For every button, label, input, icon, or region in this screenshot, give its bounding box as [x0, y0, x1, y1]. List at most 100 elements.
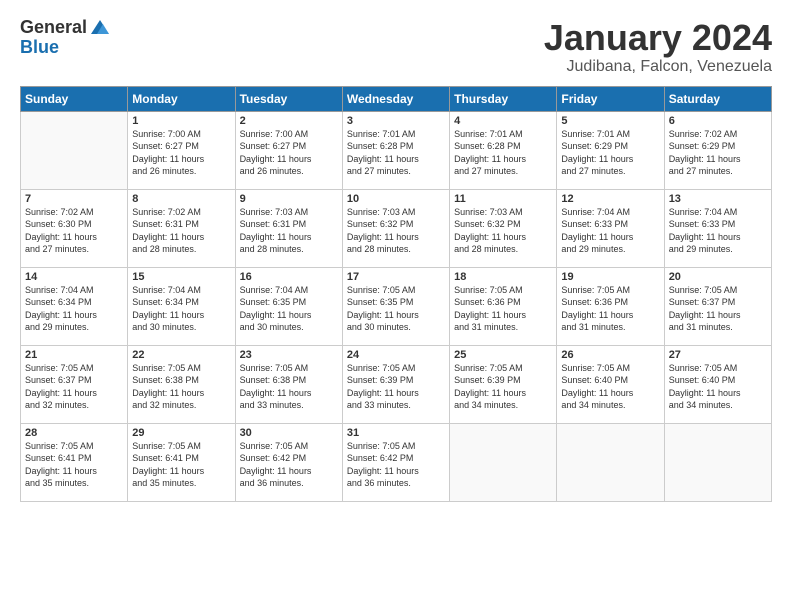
day-cell: 9Sunrise: 7:03 AM Sunset: 6:31 PM Daylig…: [235, 189, 342, 267]
day-info: Sunrise: 7:05 AM Sunset: 6:42 PM Dayligh…: [240, 440, 338, 490]
day-info: Sunrise: 7:04 AM Sunset: 6:33 PM Dayligh…: [561, 206, 659, 256]
day-number: 7: [25, 193, 123, 205]
header-cell: Tuesday: [235, 86, 342, 111]
day-cell: 3Sunrise: 7:01 AM Sunset: 6:28 PM Daylig…: [342, 111, 449, 189]
day-cell: 2Sunrise: 7:00 AM Sunset: 6:27 PM Daylig…: [235, 111, 342, 189]
day-info: Sunrise: 7:05 AM Sunset: 6:42 PM Dayligh…: [347, 440, 445, 490]
day-cell: 13Sunrise: 7:04 AM Sunset: 6:33 PM Dayli…: [664, 189, 771, 267]
week-row: 7Sunrise: 7:02 AM Sunset: 6:30 PM Daylig…: [21, 189, 772, 267]
day-info: Sunrise: 7:00 AM Sunset: 6:27 PM Dayligh…: [132, 128, 230, 178]
day-cell: 26Sunrise: 7:05 AM Sunset: 6:40 PM Dayli…: [557, 345, 664, 423]
day-number: 30: [240, 427, 338, 439]
week-row: 1Sunrise: 7:00 AM Sunset: 6:27 PM Daylig…: [21, 111, 772, 189]
calendar: SundayMondayTuesdayWednesdayThursdayFrid…: [20, 86, 772, 502]
day-number: 24: [347, 349, 445, 361]
day-number: 6: [669, 115, 767, 127]
day-cell: 6Sunrise: 7:02 AM Sunset: 6:29 PM Daylig…: [664, 111, 771, 189]
day-number: 3: [347, 115, 445, 127]
logo-general: General: [20, 18, 87, 38]
day-info: Sunrise: 7:05 AM Sunset: 6:36 PM Dayligh…: [561, 284, 659, 334]
day-number: 25: [454, 349, 552, 361]
day-cell: 17Sunrise: 7:05 AM Sunset: 6:35 PM Dayli…: [342, 267, 449, 345]
day-info: Sunrise: 7:04 AM Sunset: 6:33 PM Dayligh…: [669, 206, 767, 256]
day-info: Sunrise: 7:03 AM Sunset: 6:32 PM Dayligh…: [454, 206, 552, 256]
day-cell: 4Sunrise: 7:01 AM Sunset: 6:28 PM Daylig…: [450, 111, 557, 189]
header-cell: Friday: [557, 86, 664, 111]
calendar-header: SundayMondayTuesdayWednesdayThursdayFrid…: [21, 86, 772, 111]
day-cell: 16Sunrise: 7:04 AM Sunset: 6:35 PM Dayli…: [235, 267, 342, 345]
day-cell: 22Sunrise: 7:05 AM Sunset: 6:38 PM Dayli…: [128, 345, 235, 423]
header-cell: Saturday: [664, 86, 771, 111]
header-cell: Sunday: [21, 86, 128, 111]
day-number: 11: [454, 193, 552, 205]
day-number: 28: [25, 427, 123, 439]
day-number: 12: [561, 193, 659, 205]
day-cell: 8Sunrise: 7:02 AM Sunset: 6:31 PM Daylig…: [128, 189, 235, 267]
day-cell: 30Sunrise: 7:05 AM Sunset: 6:42 PM Dayli…: [235, 423, 342, 501]
logo: General Blue: [20, 18, 111, 58]
day-number: 16: [240, 271, 338, 283]
day-cell: 27Sunrise: 7:05 AM Sunset: 6:40 PM Dayli…: [664, 345, 771, 423]
day-cell: 7Sunrise: 7:02 AM Sunset: 6:30 PM Daylig…: [21, 189, 128, 267]
day-number: 21: [25, 349, 123, 361]
day-number: 2: [240, 115, 338, 127]
day-info: Sunrise: 7:05 AM Sunset: 6:39 PM Dayligh…: [454, 362, 552, 412]
day-info: Sunrise: 7:05 AM Sunset: 6:40 PM Dayligh…: [669, 362, 767, 412]
main-title: January 2024: [544, 18, 772, 58]
day-info: Sunrise: 7:05 AM Sunset: 6:41 PM Dayligh…: [25, 440, 123, 490]
day-cell: [450, 423, 557, 501]
day-info: Sunrise: 7:05 AM Sunset: 6:37 PM Dayligh…: [25, 362, 123, 412]
day-number: 10: [347, 193, 445, 205]
day-cell: 12Sunrise: 7:04 AM Sunset: 6:33 PM Dayli…: [557, 189, 664, 267]
day-info: Sunrise: 7:05 AM Sunset: 6:36 PM Dayligh…: [454, 284, 552, 334]
day-info: Sunrise: 7:01 AM Sunset: 6:28 PM Dayligh…: [454, 128, 552, 178]
day-info: Sunrise: 7:05 AM Sunset: 6:35 PM Dayligh…: [347, 284, 445, 334]
day-cell: 19Sunrise: 7:05 AM Sunset: 6:36 PM Dayli…: [557, 267, 664, 345]
calendar-body: 1Sunrise: 7:00 AM Sunset: 6:27 PM Daylig…: [21, 111, 772, 501]
day-number: 9: [240, 193, 338, 205]
day-number: 18: [454, 271, 552, 283]
day-number: 14: [25, 271, 123, 283]
day-cell: 24Sunrise: 7:05 AM Sunset: 6:39 PM Dayli…: [342, 345, 449, 423]
day-number: 8: [132, 193, 230, 205]
day-cell: 31Sunrise: 7:05 AM Sunset: 6:42 PM Dayli…: [342, 423, 449, 501]
day-cell: 20Sunrise: 7:05 AM Sunset: 6:37 PM Dayli…: [664, 267, 771, 345]
day-info: Sunrise: 7:04 AM Sunset: 6:35 PM Dayligh…: [240, 284, 338, 334]
header: General Blue January 2024 Judibana, Falc…: [20, 18, 772, 76]
day-cell: [21, 111, 128, 189]
week-row: 28Sunrise: 7:05 AM Sunset: 6:41 PM Dayli…: [21, 423, 772, 501]
day-cell: 15Sunrise: 7:04 AM Sunset: 6:34 PM Dayli…: [128, 267, 235, 345]
day-info: Sunrise: 7:05 AM Sunset: 6:38 PM Dayligh…: [132, 362, 230, 412]
day-number: 22: [132, 349, 230, 361]
day-number: 1: [132, 115, 230, 127]
day-cell: 28Sunrise: 7:05 AM Sunset: 6:41 PM Dayli…: [21, 423, 128, 501]
header-cell: Wednesday: [342, 86, 449, 111]
day-info: Sunrise: 7:03 AM Sunset: 6:31 PM Dayligh…: [240, 206, 338, 256]
day-info: Sunrise: 7:05 AM Sunset: 6:37 PM Dayligh…: [669, 284, 767, 334]
day-cell: 5Sunrise: 7:01 AM Sunset: 6:29 PM Daylig…: [557, 111, 664, 189]
day-info: Sunrise: 7:02 AM Sunset: 6:31 PM Dayligh…: [132, 206, 230, 256]
header-row: SundayMondayTuesdayWednesdayThursdayFrid…: [21, 86, 772, 111]
day-number: 20: [669, 271, 767, 283]
day-number: 15: [132, 271, 230, 283]
logo-blue: Blue: [20, 38, 111, 58]
day-info: Sunrise: 7:05 AM Sunset: 6:40 PM Dayligh…: [561, 362, 659, 412]
day-info: Sunrise: 7:05 AM Sunset: 6:39 PM Dayligh…: [347, 362, 445, 412]
day-number: 29: [132, 427, 230, 439]
day-info: Sunrise: 7:01 AM Sunset: 6:29 PM Dayligh…: [561, 128, 659, 178]
day-cell: [664, 423, 771, 501]
day-number: 4: [454, 115, 552, 127]
day-cell: 14Sunrise: 7:04 AM Sunset: 6:34 PM Dayli…: [21, 267, 128, 345]
logo-text: General Blue: [20, 18, 111, 58]
day-info: Sunrise: 7:03 AM Sunset: 6:32 PM Dayligh…: [347, 206, 445, 256]
day-info: Sunrise: 7:04 AM Sunset: 6:34 PM Dayligh…: [132, 284, 230, 334]
page: General Blue January 2024 Judibana, Falc…: [0, 0, 792, 612]
day-cell: 23Sunrise: 7:05 AM Sunset: 6:38 PM Dayli…: [235, 345, 342, 423]
day-number: 26: [561, 349, 659, 361]
subtitle: Judibana, Falcon, Venezuela: [544, 58, 772, 76]
day-number: 17: [347, 271, 445, 283]
day-number: 31: [347, 427, 445, 439]
day-info: Sunrise: 7:05 AM Sunset: 6:41 PM Dayligh…: [132, 440, 230, 490]
week-row: 14 Sunrise: 7:04 AM Sunset: 6:34 PM Dayli…: [21, 267, 772, 345]
day-info: Sunrise: 7:00 AM Sunset: 6:27 PM Dayligh…: [240, 128, 338, 178]
